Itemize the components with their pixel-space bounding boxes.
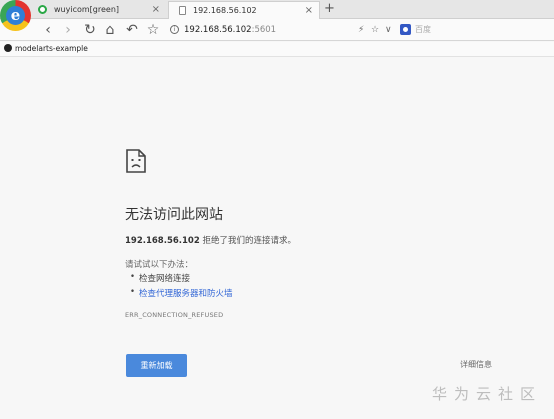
sad-page-icon	[126, 149, 146, 173]
reload-button[interactable]: 重新加载	[126, 354, 187, 377]
tab-title: wuyicom[green]	[54, 5, 120, 14]
address-port: :5601	[251, 25, 277, 35]
new-tab-button[interactable]: +	[324, 0, 335, 18]
tab-wuyicom[interactable]: wuyicom[green] ×	[30, 1, 166, 19]
error-page: 无法访问此网站 192.168.56.102 拒绝了我们的连接请求。 请试试以下…	[0, 58, 554, 419]
watermark: 华为云社区	[432, 385, 543, 403]
forward-button[interactable]: ›	[59, 20, 77, 40]
error-code: ERR_CONNECTION_REFUSED	[125, 311, 224, 319]
address-url: 192.168.56.102:5601	[184, 21, 276, 39]
bookmarks-bar: modelarts-example	[0, 42, 554, 57]
reload-icon[interactable]: ↻	[81, 20, 99, 40]
search-placeholder: 百度	[415, 25, 431, 34]
info-icon[interactable]: i	[170, 25, 179, 34]
details-button[interactable]: 详细信息	[460, 359, 492, 370]
tab-active[interactable]: 192.168.56.102 ×	[168, 1, 320, 19]
search-input[interactable]: 百度	[398, 22, 548, 38]
suggestion-check-proxy-link[interactable]: 检查代理服务器和防火墙	[130, 287, 232, 299]
tab-favicon-icon	[38, 5, 47, 14]
address-bar[interactable]: i 192.168.56.102:5601	[166, 21, 388, 39]
error-message: 拒绝了我们的连接请求。	[199, 236, 296, 246]
browser-logo-letter: e	[6, 6, 25, 25]
bookmark-modelarts-example[interactable]: modelarts-example	[4, 42, 88, 56]
suggestion-check-network: 检查网络连接	[130, 272, 190, 284]
bookmark-star-icon[interactable]: ☆	[144, 20, 162, 40]
tab-close-icon[interactable]: ×	[305, 2, 313, 19]
github-icon	[4, 44, 12, 52]
home-icon[interactable]: ⌂	[101, 20, 119, 40]
page-favicon-icon	[179, 6, 186, 15]
tab-strip: wuyicom[green] × 192.168.56.102 × +	[0, 0, 554, 19]
back-button[interactable]: ‹	[39, 20, 57, 40]
error-host: 192.168.56.102	[125, 236, 200, 246]
favorite-star-icon[interactable]: ☆	[371, 20, 379, 40]
bookmark-label: modelarts-example	[15, 44, 88, 53]
baidu-paw-icon	[400, 24, 411, 35]
tab-close-icon[interactable]: ×	[152, 1, 160, 18]
undo-icon[interactable]: ↶	[123, 20, 141, 40]
speed-mode-icon[interactable]: ⚡	[358, 20, 364, 40]
error-title: 无法访问此网站	[125, 207, 223, 223]
address-host: 192.168.56.102	[184, 25, 252, 35]
error-description: 192.168.56.102 拒绝了我们的连接请求。	[125, 234, 296, 246]
try-heading: 请试试以下办法：	[125, 260, 194, 270]
browser-toolbar: ‹ › ↻ ⌂ ↶ ☆ i 192.168.56.102:5601 ⚡ ☆ ∨ …	[0, 19, 554, 41]
browser-logo-icon[interactable]: e	[0, 0, 31, 31]
tab-title: 192.168.56.102	[193, 6, 257, 15]
chevron-down-icon[interactable]: ∨	[385, 20, 392, 40]
